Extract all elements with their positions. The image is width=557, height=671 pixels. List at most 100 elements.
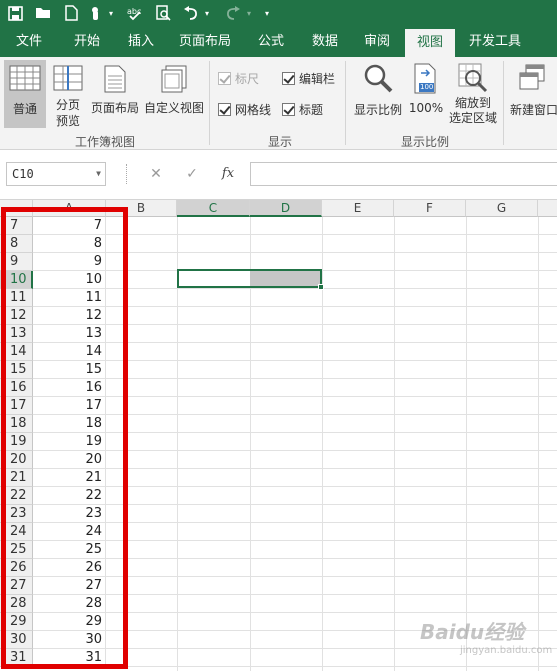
new-icon[interactable]: [60, 2, 82, 24]
zoom-100-badge: 100: [419, 83, 435, 92]
gridline: [538, 217, 539, 671]
zoom-label: 显示比例: [353, 103, 402, 117]
tab-home[interactable]: 开始: [64, 26, 110, 57]
redo-dropdown-icon: ▾: [246, 8, 251, 18]
tab-developer[interactable]: 开发工具: [462, 26, 528, 57]
watermark-url: jingyan.baidu.com: [460, 645, 553, 656]
normal-view-label: 普通: [12, 102, 37, 116]
save-icon[interactable]: [4, 2, 26, 24]
zoom-selection-icon: [458, 63, 488, 93]
gridline: [106, 666, 557, 667]
gridline: [106, 486, 557, 487]
page-break-preview-label: 分页 预览: [55, 98, 80, 128]
gridline: [106, 396, 557, 397]
formula-input[interactable]: [250, 162, 557, 186]
fill-handle[interactable]: [318, 284, 324, 290]
zoom-100-label: 100%: [408, 101, 444, 115]
gridline: [466, 217, 467, 671]
enter-icon[interactable]: ✓: [182, 164, 202, 184]
highlight-annotation-box: [1, 207, 128, 669]
zoom-100-button[interactable]: 100 100%: [406, 60, 446, 128]
tab-page-layout[interactable]: 页面布局: [172, 26, 238, 57]
customize-icon[interactable]: ▾: [262, 6, 272, 20]
ruler-checkbox: 标尺: [218, 70, 259, 86]
zoom-group-label: 显示比例: [400, 135, 449, 149]
name-box-value: C10: [12, 167, 34, 181]
name-box[interactable]: C10 ▼: [6, 162, 106, 186]
headings-checkbox[interactable]: 标题: [282, 101, 323, 117]
custom-views-icon: [160, 65, 188, 93]
print-preview-icon[interactable]: [152, 2, 174, 24]
touch-mode-dropdown-icon[interactable]: ▾: [106, 6, 116, 20]
column-header-h[interactable]: [538, 200, 557, 217]
formula-bar-checkbox[interactable]: 编辑栏: [282, 70, 335, 86]
redo-icon: [222, 2, 244, 24]
group-separator: [209, 61, 210, 145]
ribbon: 普通 分页 预览 页面布局 自定义视图 工作簿视图 标尺 编辑栏 网格线 标题 …: [0, 57, 557, 150]
checkbox-checked-icon: [282, 102, 295, 116]
column-header-c[interactable]: C: [177, 200, 250, 217]
gridline: [106, 612, 557, 613]
normal-view-button[interactable]: 普通: [4, 60, 46, 128]
gridline: [106, 594, 557, 595]
custom-views-label: 自定义视图: [143, 101, 204, 115]
gridline: [106, 540, 557, 541]
tab-data[interactable]: 数据: [302, 26, 348, 57]
zoom-100-icon: 100: [413, 63, 439, 95]
cell-selection-border[interactable]: [177, 269, 322, 288]
cancel-icon[interactable]: ✕: [146, 164, 166, 184]
column-header-g[interactable]: G: [466, 200, 538, 217]
tab-review[interactable]: 审阅: [354, 26, 400, 57]
page-layout-icon: [104, 65, 126, 93]
gridline: [106, 306, 557, 307]
workbook-views-group-label: 工作簿视图: [74, 135, 135, 149]
magnifier-icon: [363, 63, 393, 93]
normal-view-icon: [9, 65, 41, 91]
new-window-icon: [518, 63, 546, 93]
checkbox-checked-icon: [218, 71, 231, 85]
undo-dropdown-icon[interactable]: ▾: [202, 6, 212, 20]
open-icon[interactable]: [32, 2, 54, 24]
gridline: [106, 288, 557, 289]
gridline: [106, 234, 557, 235]
gridline: [106, 252, 557, 253]
zoom-to-selection-button[interactable]: 缩放到 选定区域: [446, 60, 500, 130]
zoom-button[interactable]: 显示比例: [350, 60, 406, 128]
gridline: [106, 522, 557, 523]
gridline: [106, 432, 557, 433]
gridline: [106, 414, 557, 415]
page-layout-label: 页面布局: [90, 101, 139, 115]
formula-bar: C10 ▼ ✕ ✓ fx: [0, 150, 557, 200]
touch-mode-icon[interactable]: [86, 2, 108, 24]
gridline: [106, 342, 557, 343]
page-layout-view-button[interactable]: 页面布局: [88, 60, 142, 128]
column-header-e[interactable]: E: [322, 200, 394, 217]
quick-access-toolbar: ▾ abc ▾ ▾ ▾: [0, 0, 557, 26]
group-separator: [503, 61, 504, 145]
zoom-to-selection-label: 缩放到 选定区域: [448, 96, 497, 125]
custom-views-button[interactable]: 自定义视图: [142, 60, 206, 128]
gridline: [394, 217, 395, 671]
gridline: [106, 576, 557, 577]
gridline: [106, 558, 557, 559]
undo-icon[interactable]: [180, 2, 202, 24]
insert-function-icon[interactable]: fx: [218, 164, 238, 184]
chevron-down-icon[interactable]: ▼: [96, 163, 101, 185]
spelling-icon[interactable]: abc: [124, 2, 146, 24]
group-separator: [345, 61, 346, 145]
column-header-f[interactable]: F: [394, 200, 466, 217]
watermark-logo-text: Baidu经验: [420, 620, 525, 644]
checkbox-checked-icon: [282, 71, 295, 85]
new-window-button[interactable]: 新建窗口: [507, 60, 557, 128]
tab-insert[interactable]: 插入: [118, 26, 164, 57]
gridline: [106, 450, 557, 451]
ribbon-tabs: 文件 开始 插入 页面布局 公式 数据 审阅 视图 开发工具: [0, 26, 557, 74]
tab-formulas[interactable]: 公式: [248, 26, 294, 57]
gridline: [106, 324, 557, 325]
gridlines-checkbox[interactable]: 网格线: [218, 101, 271, 117]
column-header-d[interactable]: D: [250, 200, 322, 217]
page-break-preview-button[interactable]: 分页 预览: [48, 60, 88, 130]
formula-bar-grip[interactable]: [126, 164, 128, 184]
tab-view[interactable]: 视图: [405, 29, 455, 57]
tab-file[interactable]: 文件: [6, 26, 52, 57]
